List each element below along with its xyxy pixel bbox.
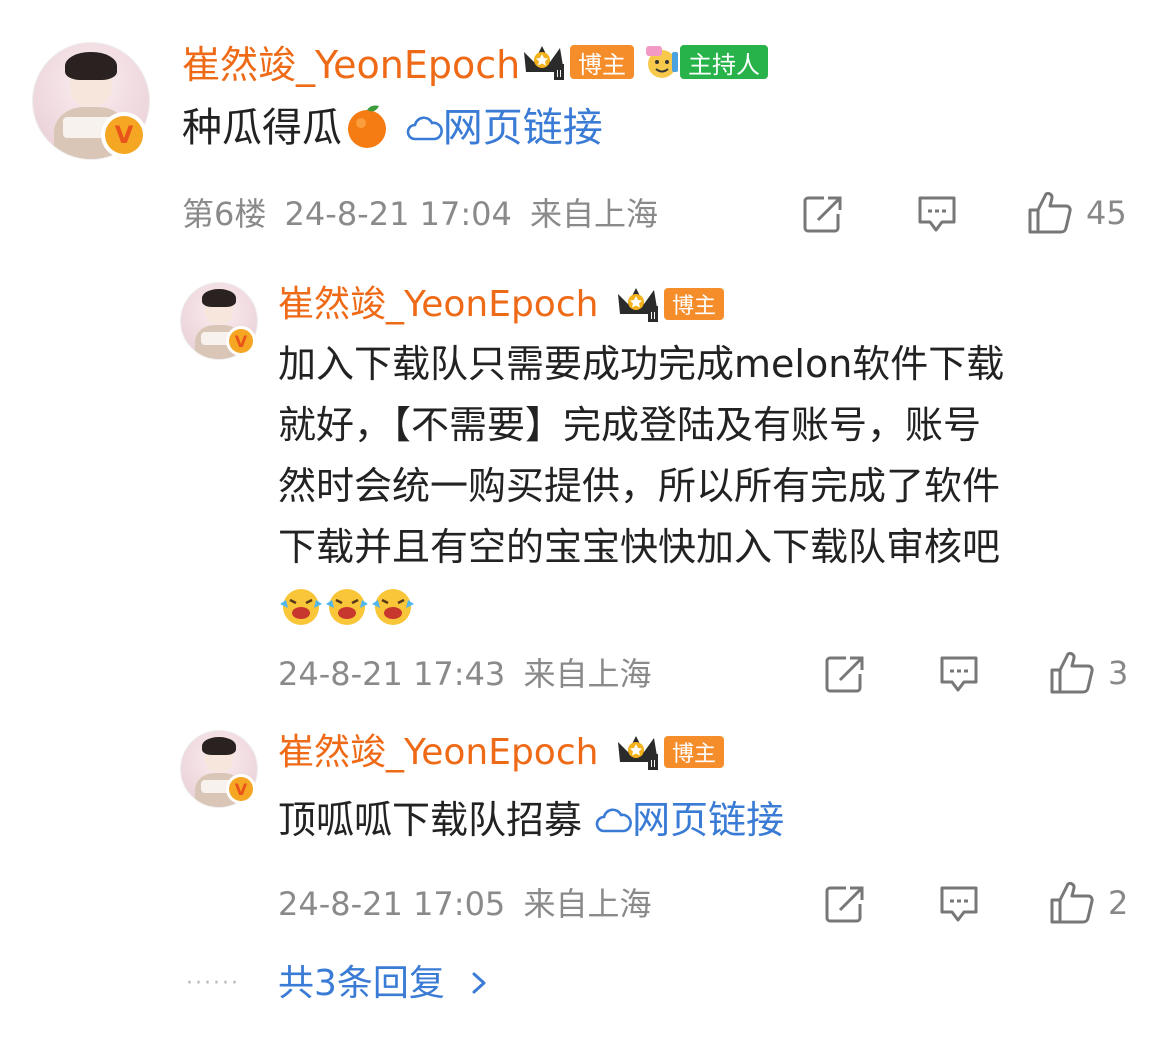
reply-item: V 崔然竣_YeonEpoch II 博主 加入下载队只需要成功完成melon软…: [0, 270, 1170, 710]
like-count: 45: [1086, 194, 1127, 232]
web-link[interactable]: 网页链接: [582, 798, 784, 842]
blogger-badge: II 博主: [520, 42, 634, 82]
crown-icon: II: [618, 736, 658, 770]
reply-line: 然时会统一购买提供，所以所有完成了软件: [278, 464, 1001, 508]
blogger-badge: II 博主: [614, 732, 725, 772]
comment-text: 种瓜得瓜 网页链接: [182, 98, 603, 159]
floor-number: 第6楼: [182, 195, 267, 233]
cloud-link-icon: [595, 808, 633, 833]
like-button[interactable]: 3: [1048, 650, 1128, 696]
like-count: 2: [1108, 884, 1129, 922]
share-icon: [803, 196, 842, 233]
reply-meta: 24-8-21 17:43 来自上海: [278, 652, 651, 696]
blogger-badge-label: 博主: [570, 45, 634, 79]
host-badge: 主持人: [642, 42, 768, 82]
comment-icon: [940, 886, 978, 922]
comment-button[interactable]: [916, 194, 958, 234]
share-button[interactable]: [824, 884, 866, 924]
cloud-link-icon: [406, 116, 443, 141]
web-link-label[interactable]: 网页链接: [632, 798, 784, 842]
share-icon: [825, 886, 864, 923]
share-button[interactable]: [824, 654, 866, 694]
reply-line: 就好，【不需要】完成登陆及有账号，账号: [278, 403, 982, 447]
like-icon: [1028, 191, 1072, 234]
crown-icon: II: [618, 288, 658, 322]
host-mascot-icon: [646, 46, 678, 78]
comment-button[interactable]: [938, 654, 980, 694]
comment-button[interactable]: [938, 884, 980, 924]
location: 来自上海: [523, 655, 652, 693]
like-button[interactable]: 2: [1048, 880, 1128, 926]
reply-line: 下载并且有空的宝宝快快加入下载队审核吧: [278, 525, 1001, 569]
username[interactable]: 崔然竣_YeonEpoch: [278, 728, 598, 778]
share-icon: [825, 656, 864, 693]
like-icon: [1050, 881, 1094, 924]
web-link-label[interactable]: 网页链接: [443, 105, 603, 151]
laughing-cry-emoji: [326, 589, 368, 625]
username[interactable]: 崔然竣_YeonEpoch: [278, 280, 598, 330]
blogger-badge-label: 博主: [664, 736, 725, 768]
laughing-cry-emoji: [280, 589, 322, 625]
more-replies-link[interactable]: 共3条回复: [278, 960, 492, 1008]
svg-text:II: II: [556, 69, 562, 80]
laughing-cry-emoji: [372, 589, 414, 625]
username[interactable]: 崔然竣_YeonEpoch: [182, 40, 520, 90]
main-comment: V 崔然竣_YeonEpoch II 博主 主持人 种瓜得瓜 网页链接 第6楼 …: [0, 0, 1170, 260]
reply-text: 顶呱呱下载队招募 网页链接: [278, 790, 784, 851]
svg-text:II: II: [650, 759, 656, 770]
timestamp: 24-8-21 17:05: [278, 885, 506, 923]
comment-body: 种瓜得瓜: [182, 105, 342, 151]
orange-emoji: [348, 105, 386, 148]
reply-line: 加入下载队只需要成功完成melon软件下载: [278, 342, 1005, 386]
like-button[interactable]: 45: [1026, 190, 1127, 236]
more-replies-dots: ······: [186, 971, 240, 996]
verified-badge-icon: V: [101, 112, 147, 158]
timestamp: 24-8-21 17:04: [284, 195, 512, 233]
reply-body: 顶呱呱下载队招募: [278, 798, 583, 842]
verified-badge-icon: V: [226, 774, 256, 804]
location: 来自上海: [523, 885, 652, 923]
location: 来自上海: [530, 195, 659, 233]
emoji-row: [278, 578, 1148, 636]
comment-meta: 第6楼 24-8-21 17:04 来自上海: [182, 192, 658, 236]
comment-icon: [940, 656, 978, 692]
comment-icon: [918, 196, 956, 232]
share-button[interactable]: [802, 194, 844, 234]
like-count: 3: [1108, 654, 1129, 692]
chevron-right-icon: [472, 972, 486, 994]
web-link[interactable]: 网页链接: [392, 105, 603, 151]
blogger-badge: II 博主: [614, 284, 725, 324]
like-icon: [1050, 651, 1094, 694]
more-replies-label[interactable]: 共3条回复: [278, 963, 445, 1004]
timestamp: 24-8-21 17:43: [278, 655, 506, 693]
svg-text:II: II: [650, 311, 656, 322]
reply-text: 加入下载队只需要成功完成melon软件下载 就好，【不需要】完成登陆及有账号，账…: [278, 334, 1148, 636]
blogger-badge-label: 博主: [664, 288, 725, 320]
reply-meta: 24-8-21 17:05 来自上海: [278, 882, 651, 926]
reply-item: V 崔然竣_YeonEpoch II 博主 顶呱呱下载队招募 网页链接 24-8…: [0, 718, 1170, 938]
verified-badge-icon: V: [226, 326, 256, 356]
crown-icon: II: [524, 46, 564, 80]
host-badge-label: 主持人: [680, 45, 768, 79]
